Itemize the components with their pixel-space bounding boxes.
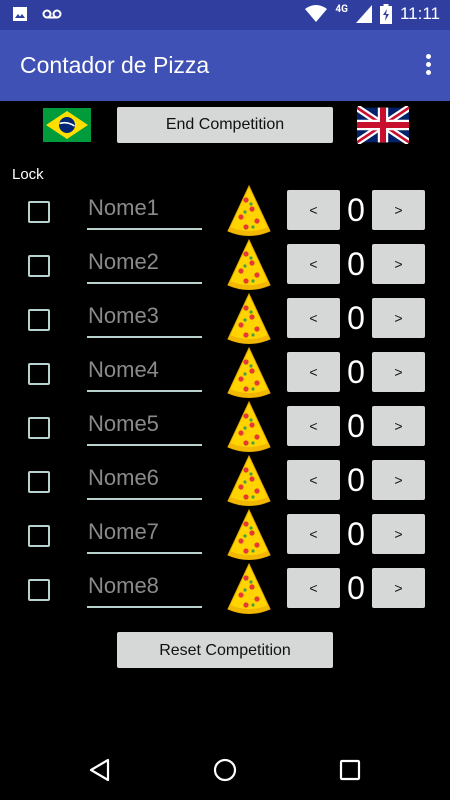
lock-label: Lock — [12, 166, 44, 183]
lock-checkbox[interactable] — [28, 471, 50, 493]
more-vert-icon[interactable] — [424, 54, 432, 78]
pizza-counter: 0 — [347, 408, 365, 444]
increment-button[interactable]: > — [372, 568, 425, 608]
signal-icon — [355, 5, 372, 23]
pizza-counter: 0 — [347, 246, 365, 282]
end-competition-button[interactable]: End Competition — [117, 107, 333, 143]
decrement-button[interactable]: < — [287, 406, 340, 446]
pizza-slice-icon — [227, 184, 271, 236]
pizza-slice-icon — [227, 508, 271, 560]
lock-checkbox[interactable] — [28, 201, 50, 223]
pizza-slice-icon — [227, 238, 271, 290]
decrement-button[interactable]: < — [287, 352, 340, 392]
lock-checkbox[interactable] — [28, 309, 50, 331]
lock-checkbox[interactable] — [28, 579, 50, 601]
increment-button[interactable]: > — [372, 190, 425, 230]
uk-flag-icon[interactable] — [357, 106, 409, 144]
reset-competition-button[interactable]: Reset Competition — [117, 632, 333, 668]
app-bar: Contador de Pizza — [0, 30, 450, 101]
decrement-button[interactable]: < — [287, 568, 340, 608]
pizza-slice-icon — [227, 400, 271, 452]
recent-apps-icon[interactable] — [337, 757, 363, 783]
pizza-counter: 0 — [347, 516, 365, 552]
pizza-slice-icon — [227, 346, 271, 398]
battery-icon — [379, 4, 392, 24]
increment-button[interactable]: > — [372, 460, 425, 500]
player-name-field[interactable]: Nome7 — [87, 516, 202, 554]
increment-button[interactable]: > — [372, 244, 425, 284]
home-icon[interactable] — [212, 757, 238, 783]
status-bar: 4G 11:11 — [0, 0, 450, 30]
increment-button[interactable]: > — [372, 406, 425, 446]
brazil-flag-icon[interactable] — [43, 108, 91, 142]
pizza-slice-icon — [227, 454, 271, 506]
decrement-button[interactable]: < — [287, 460, 340, 500]
lock-checkbox[interactable] — [28, 417, 50, 439]
decrement-button[interactable]: < — [287, 298, 340, 338]
player-name-field[interactable]: Nome2 — [87, 246, 202, 284]
lock-checkbox[interactable] — [28, 363, 50, 385]
voicemail-icon — [42, 9, 62, 19]
decrement-button[interactable]: < — [287, 514, 340, 554]
player-name-field[interactable]: Nome5 — [87, 408, 202, 446]
player-name-field[interactable]: Nome4 — [87, 354, 202, 392]
image-icon — [13, 7, 27, 21]
increment-button[interactable]: > — [372, 298, 425, 338]
player-name-field[interactable]: Nome1 — [87, 192, 202, 230]
decrement-button[interactable]: < — [287, 244, 340, 284]
navigation-bar — [0, 740, 450, 800]
player-name-field[interactable]: Nome3 — [87, 300, 202, 338]
player-row: Nome8 < 0 > — [0, 562, 450, 624]
pizza-counter: 0 — [347, 192, 365, 228]
app-title: Contador de Pizza — [20, 52, 210, 78]
pizza-counter: 0 — [347, 570, 365, 606]
increment-button[interactable]: > — [372, 514, 425, 554]
pizza-counter: 0 — [347, 300, 365, 336]
lock-checkbox[interactable] — [28, 255, 50, 277]
network-type-label: 4G — [335, 3, 348, 15]
pizza-counter: 0 — [347, 462, 365, 498]
wifi-icon — [305, 5, 328, 22]
increment-button[interactable]: > — [372, 352, 425, 392]
pizza-slice-icon — [227, 562, 271, 614]
pizza-slice-icon — [227, 292, 271, 344]
decrement-button[interactable]: < — [287, 190, 340, 230]
status-time: 11:11 — [399, 4, 440, 23]
back-icon[interactable] — [87, 757, 113, 783]
player-name-field[interactable]: Nome8 — [87, 570, 202, 608]
lock-checkbox[interactable] — [28, 525, 50, 547]
player-name-field[interactable]: Nome6 — [87, 462, 202, 500]
pizza-counter: 0 — [347, 354, 365, 390]
